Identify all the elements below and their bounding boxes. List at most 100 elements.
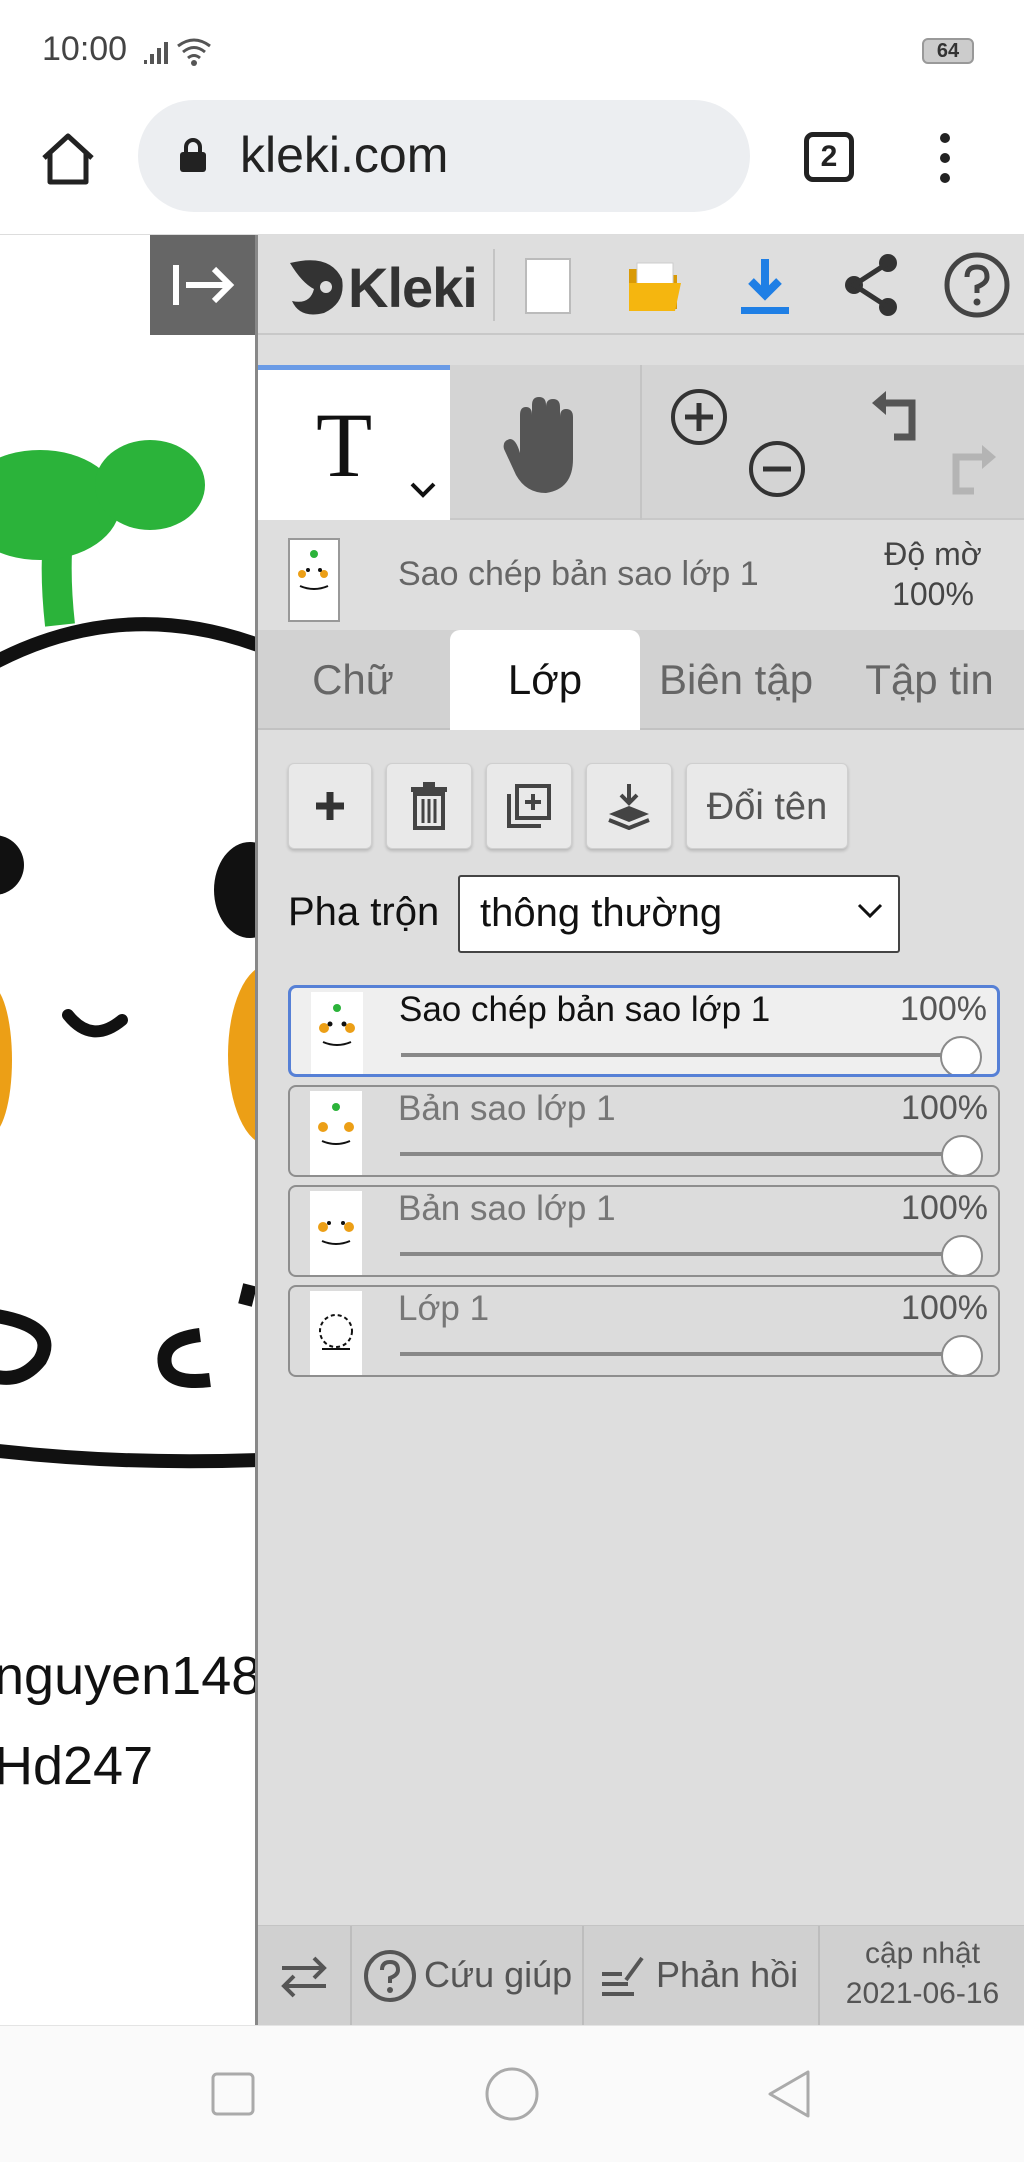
divider: [493, 249, 495, 321]
layer-item[interactable]: Sao chép bản sao lớp 1 100%: [288, 985, 1000, 1077]
share-button[interactable]: [818, 235, 923, 335]
chevron-down-icon[interactable]: [408, 480, 438, 500]
drawing-canvas[interactable]: nguyen148 Hd247: [0, 235, 255, 2025]
layer-thumbnail: [311, 992, 363, 1074]
duplicate-layer-button[interactable]: [486, 763, 572, 849]
undo-icon[interactable]: [868, 385, 930, 445]
add-layer-button[interactable]: [288, 763, 372, 849]
update-date: 2021-06-16: [845, 1977, 1000, 2010]
slider-handle[interactable]: [941, 1235, 983, 1275]
layer-opacity: 100%: [901, 1189, 988, 1227]
share-icon: [845, 254, 897, 316]
collapse-panel-button[interactable]: [150, 235, 255, 335]
kleki-logo-icon: [290, 260, 343, 315]
layer-thumbnail: [310, 1091, 362, 1175]
layer-opacity: 100%: [901, 1289, 988, 1327]
folder-icon: [629, 262, 681, 311]
blend-mode-value: thông thường: [480, 891, 723, 935]
help-icon: [364, 1950, 416, 2002]
plus-icon: [316, 792, 344, 820]
rename-layer-button[interactable]: Đổi tên: [686, 763, 848, 849]
open-file-button[interactable]: [603, 235, 708, 335]
active-layer-info: Sao chép bản sao lớp 1 Độ mờ 100%: [258, 520, 1024, 630]
help-label: Cứu giúp: [424, 1954, 573, 1995]
blend-mode-label: Pha trộn: [288, 890, 440, 934]
update-label: cập nhật: [864, 1937, 981, 1970]
tab-edit[interactable]: Biên tập: [640, 630, 832, 730]
side-panel: Kleki T Sao chép bản sao lớp 1 Độ mờ 100…: [255, 235, 1024, 2026]
chevron-down-icon: [857, 903, 883, 919]
zoom-in-icon[interactable]: [669, 387, 729, 447]
collapse-icon: [173, 265, 235, 305]
layer-item[interactable]: Bản sao lớp 1 100%: [288, 1185, 1000, 1277]
layer-opacity: 100%: [900, 990, 987, 1028]
tab-layers[interactable]: Lớp: [450, 630, 640, 730]
help-button[interactable]: [923, 235, 1024, 335]
layer-item[interactable]: Lớp 1 100%: [288, 1285, 1000, 1377]
tab-brush[interactable]: Chữ: [258, 630, 448, 730]
layer-opacity-slider[interactable]: [400, 1352, 962, 1356]
trash-icon: [411, 782, 447, 830]
opacity-label: Độ mờ: [884, 536, 982, 572]
status-time: 10:00: [42, 30, 128, 68]
panel-tabs: Chữ Lớp Biên tập Tập tin: [258, 630, 1024, 730]
duplicate-icon: [507, 784, 551, 828]
swap-side-button[interactable]: [258, 1926, 350, 2026]
square-icon[interactable]: [210, 2071, 256, 2117]
delete-layer-button[interactable]: [386, 763, 472, 849]
lock-icon: [178, 138, 208, 179]
layer-thumbnail: [310, 1191, 362, 1275]
layer-opacity-slider[interactable]: [401, 1053, 961, 1057]
zoom-out-icon[interactable]: [747, 439, 807, 499]
battery-indicator: 64: [922, 38, 974, 64]
history-controls: [838, 365, 1024, 520]
layer-item[interactable]: Bản sao lớp 1 100%: [288, 1085, 1000, 1177]
more-icon[interactable]: [930, 130, 960, 191]
tab-file[interactable]: Tập tin: [832, 630, 1024, 730]
swap-icon: [281, 1956, 327, 1998]
layer-preview-thumbnail: [288, 538, 340, 622]
opacity-display: Độ mờ 100%: [858, 534, 1008, 614]
zoom-controls: [643, 365, 833, 520]
help-link[interactable]: Cứu giúp: [352, 1926, 582, 2026]
layer-opacity-slider[interactable]: [400, 1252, 962, 1256]
feedback-link[interactable]: Phản hồi: [584, 1926, 818, 2026]
circle-icon[interactable]: [484, 2066, 540, 2122]
redo-icon[interactable]: [938, 439, 1000, 499]
layer-thumbnail: [310, 1291, 362, 1375]
merge-down-button[interactable]: [586, 763, 672, 849]
download-button[interactable]: [713, 235, 818, 335]
active-layer-name: Sao chép bản sao lớp 1: [398, 555, 759, 593]
divider: [640, 365, 642, 520]
layer-opacity: 100%: [901, 1089, 988, 1127]
logo-text: Kleki: [348, 256, 478, 319]
system-nav-bar: [0, 2025, 1024, 2162]
layer-name: Bản sao lớp 1: [398, 1189, 616, 1228]
new-file-button[interactable]: [498, 235, 598, 335]
tab-switcher-button[interactable]: 2: [804, 132, 854, 182]
slider-handle[interactable]: [940, 1036, 982, 1074]
layer-name: Sao chép bản sao lớp 1: [399, 990, 771, 1029]
layer-name: Bản sao lớp 1: [398, 1089, 616, 1128]
blend-mode-select[interactable]: thông thường: [458, 875, 900, 953]
text-tool-button[interactable]: T: [258, 365, 450, 520]
kleki-logo[interactable]: Kleki: [258, 235, 493, 335]
tool-row: T: [258, 365, 1024, 520]
canvas-caption-line1: nguyen148: [0, 1646, 255, 1706]
address-bar[interactable]: kleki.com: [138, 100, 750, 212]
wifi-icon: [177, 38, 211, 60]
layer-opacity-slider[interactable]: [400, 1152, 962, 1156]
text-tool-label: T: [316, 394, 373, 496]
signal-icon: [142, 34, 222, 75]
home-icon[interactable]: [38, 130, 98, 191]
slider-handle[interactable]: [941, 1335, 983, 1375]
hand-tool-button[interactable]: [450, 365, 640, 520]
merge-down-icon: [608, 784, 650, 830]
canvas-caption-line2: Hd247: [0, 1736, 154, 1796]
update-info[interactable]: cập nhật 2021-06-16: [818, 1934, 1024, 2014]
back-icon[interactable]: [764, 2068, 814, 2120]
slider-handle[interactable]: [941, 1135, 983, 1175]
url-text: kleki.com: [240, 127, 449, 183]
canvas-drawing: [0, 440, 255, 1469]
help-icon: [944, 252, 1010, 318]
